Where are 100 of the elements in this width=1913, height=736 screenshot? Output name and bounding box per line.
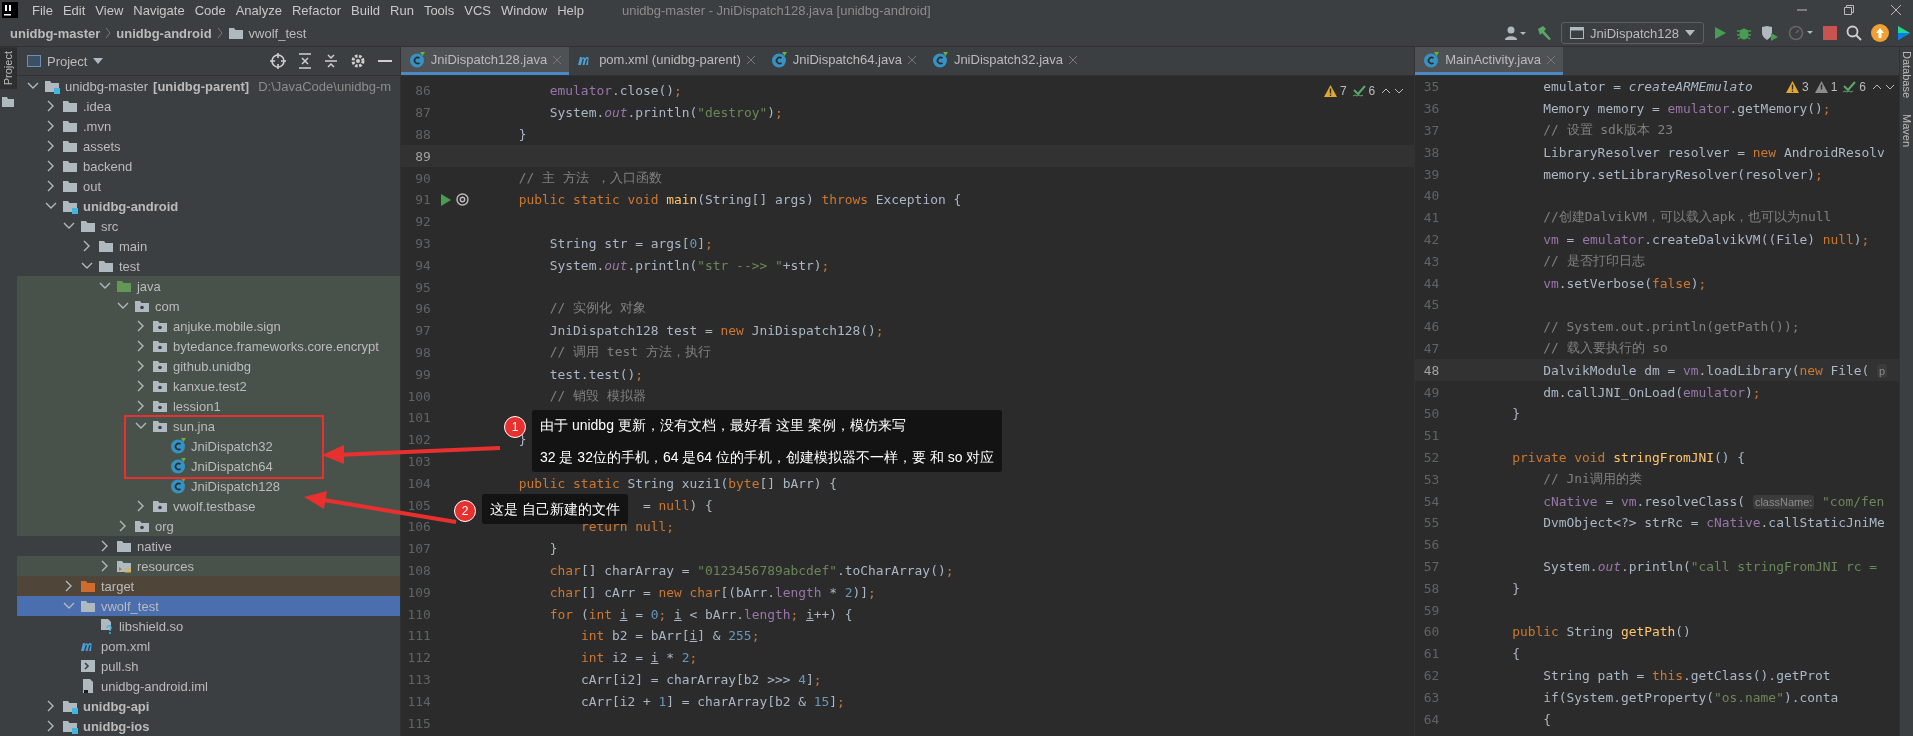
menu-item[interactable]: Help bbox=[557, 2, 584, 18]
run-icon[interactable] bbox=[440, 193, 451, 206]
tree-item[interactable]: sun.jna bbox=[17, 416, 400, 436]
tree-item[interactable]: .idea bbox=[17, 96, 400, 116]
tree-item[interactable]: unidbg-ios bbox=[17, 716, 400, 736]
tree-item[interactable]: libshield.so bbox=[17, 616, 400, 636]
close-icon[interactable] bbox=[1891, 5, 1901, 15]
tree-item[interactable]: JniDispatch32 bbox=[17, 436, 400, 456]
tree-item[interactable]: native bbox=[17, 536, 400, 556]
restore-icon[interactable] bbox=[1844, 5, 1854, 15]
menu-item[interactable]: Code bbox=[194, 2, 226, 18]
line-number: 115 bbox=[406, 715, 431, 731]
tree-item[interactable]: backend bbox=[17, 156, 400, 176]
tree-item[interactable]: unidbg-android.iml bbox=[17, 676, 400, 696]
menu-item[interactable]: Navigate bbox=[133, 2, 185, 18]
folder-icon bbox=[227, 25, 244, 41]
chevron-down-icon[interactable] bbox=[135, 422, 147, 430]
run-configuration-dropdown[interactable]: JniDispatch128 bbox=[1561, 22, 1704, 44]
menu-item[interactable]: Window bbox=[500, 2, 548, 18]
editor-tab[interactable]: JniDispatch32.java bbox=[923, 47, 1085, 75]
run-icon[interactable] bbox=[1713, 26, 1727, 40]
menu-item[interactable]: Build bbox=[351, 2, 380, 18]
line-number: 50 bbox=[1422, 406, 1440, 422]
breadcrumb[interactable]: unidbg-master bbox=[10, 25, 101, 41]
tree-item[interactable]: resources bbox=[17, 556, 400, 576]
menu-item[interactable]: Tools bbox=[423, 2, 455, 18]
tree-item[interactable]: target bbox=[17, 576, 400, 596]
tree-item[interactable]: lession1 bbox=[17, 396, 400, 416]
chevron-down-icon[interactable] bbox=[99, 282, 111, 290]
tree-item[interactable]: test bbox=[17, 256, 400, 276]
editor-tab[interactable]: MainActivity.java bbox=[1415, 47, 1564, 75]
line-number: 35 bbox=[1422, 79, 1440, 95]
tree-item[interactable]: bytedance.frameworks.core.encrypt bbox=[17, 336, 400, 356]
expand-all-icon[interactable] bbox=[297, 53, 312, 69]
tree-item[interactable]: java bbox=[17, 276, 400, 296]
tree-item[interactable]: github.unidbg bbox=[17, 356, 400, 376]
tool-window-tab[interactable]: Project bbox=[0, 47, 17, 90]
menu-item[interactable]: View bbox=[95, 2, 124, 18]
chevron-up-icon[interactable] bbox=[1381, 88, 1392, 94]
tree-item[interactable]: unidbg-master [unidbg-parent] D:\JavaCode\unidbg-m bbox=[17, 76, 400, 96]
shield-run-icon[interactable] bbox=[1761, 25, 1779, 41]
menu-item[interactable]: Analyze bbox=[235, 2, 282, 18]
gauge-icon[interactable] bbox=[1788, 25, 1814, 41]
folder-icon[interactable] bbox=[2, 97, 15, 108]
tree-item[interactable]: unidbg-android bbox=[17, 196, 400, 216]
line-number: 105 bbox=[406, 497, 431, 513]
inspection-widget[interactable]: 3 1 6 bbox=[1783, 80, 1895, 94]
editor-tab[interactable]: pom.xml (unidbg-parent) bbox=[569, 47, 763, 75]
package-icon bbox=[152, 338, 168, 354]
tree-item[interactable]: anjuke.mobile.sign bbox=[17, 316, 400, 336]
tool-window-tab[interactable]: Database bbox=[1900, 47, 1913, 103]
plugin-logo-icon[interactable] bbox=[1898, 24, 1910, 42]
update-icon[interactable] bbox=[1871, 24, 1889, 42]
folder-icon bbox=[98, 238, 114, 254]
editor-tab[interactable]: JniDispatch128.java bbox=[400, 47, 570, 75]
callout-text: 32 是 32位的手机，64 是64 位的手机，创建模拟器不一样，要 和 so 对应 bbox=[540, 448, 995, 466]
tree-item[interactable]: src bbox=[17, 216, 400, 236]
chevron-down-icon[interactable] bbox=[27, 82, 39, 90]
tree-item[interactable]: com bbox=[17, 296, 400, 316]
menu-item[interactable]: Run bbox=[390, 2, 414, 18]
tree-item[interactable]: JniDispatch64 bbox=[17, 456, 400, 476]
chevron-down-icon[interactable] bbox=[1885, 84, 1895, 90]
collapse-all-icon[interactable] bbox=[323, 53, 338, 69]
tree-item[interactable]: .mvn bbox=[17, 116, 400, 136]
menu-item[interactable]: Refactor bbox=[291, 2, 342, 18]
editor-tab[interactable]: JniDispatch64.java bbox=[762, 47, 924, 75]
code-line: DalvikModule dm = vm.loadLibrary(new File( p bbox=[1543, 362, 1888, 378]
settings-icon[interactable] bbox=[349, 53, 366, 69]
minimize-icon[interactable] bbox=[377, 59, 392, 63]
chevron-down-icon[interactable] bbox=[117, 302, 129, 310]
search-icon[interactable] bbox=[1846, 25, 1862, 41]
chevron-down-icon[interactable] bbox=[45, 202, 57, 210]
tree-item[interactable]: JniDispatch128 bbox=[17, 476, 400, 496]
tree-item[interactable]: unidbg-api bbox=[17, 696, 400, 716]
tree-item[interactable]: pull.sh bbox=[17, 656, 400, 676]
callout-text: 这是 自己新建的文件 bbox=[490, 500, 620, 518]
locate-icon[interactable] bbox=[269, 53, 286, 69]
menu-item[interactable]: File bbox=[32, 2, 53, 18]
chevron-down-icon[interactable] bbox=[1394, 88, 1405, 94]
breadcrumb[interactable]: unidbg-android bbox=[116, 25, 212, 41]
chevron-down-icon[interactable] bbox=[81, 262, 93, 270]
inspection-widget[interactable]: 7 6 bbox=[1321, 84, 1405, 98]
line-number: 90 bbox=[414, 170, 431, 186]
user-icon[interactable] bbox=[1505, 26, 1528, 40]
menu-item[interactable]: VCS bbox=[464, 2, 491, 18]
tree-item[interactable]: pom.xml bbox=[17, 636, 400, 656]
tree-item[interactable]: main bbox=[17, 236, 400, 256]
tree-item[interactable]: out bbox=[17, 176, 400, 196]
tree-item[interactable]: kanxue.test2 bbox=[17, 376, 400, 396]
tree-item[interactable]: assets bbox=[17, 136, 400, 156]
line-number: 104 bbox=[406, 475, 431, 491]
hammer-icon[interactable] bbox=[1536, 25, 1553, 41]
tool-window-tab[interactable]: Maven bbox=[1900, 110, 1913, 152]
chevron-up-icon[interactable] bbox=[1872, 84, 1882, 90]
menu-item[interactable]: Edit bbox=[62, 2, 86, 18]
project-view-dropdown[interactable]: Project bbox=[17, 53, 104, 69]
breadcrumb[interactable]: vwolf_test bbox=[248, 25, 307, 41]
tree-item[interactable]: vwolf.testbase bbox=[17, 496, 400, 516]
chevron-down-icon[interactable] bbox=[63, 222, 75, 230]
tree-item[interactable]: org bbox=[17, 516, 400, 536]
